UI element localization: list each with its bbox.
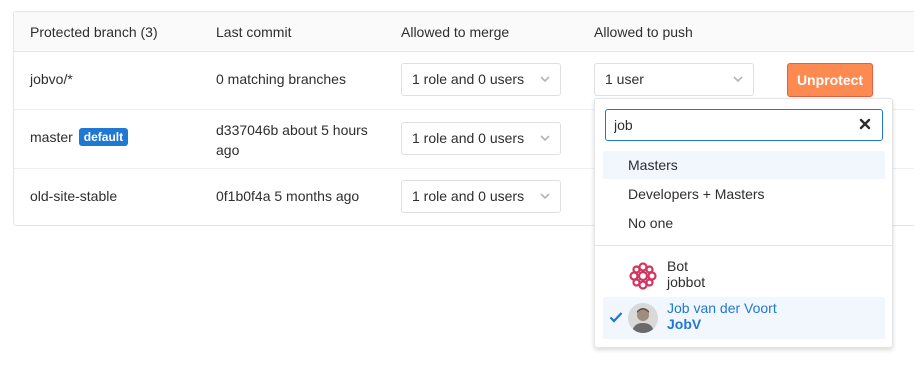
select-value: 1 role and 0 users <box>412 130 525 146</box>
dropdown-divider <box>595 245 892 246</box>
check-icon <box>609 312 623 323</box>
role-option-masters[interactable]: Masters <box>603 151 885 179</box>
user-name: Bot <box>667 258 689 274</box>
branch-name: jobvo/* <box>30 71 73 87</box>
commit-line-2: ago <box>216 142 240 158</box>
last-commit: d337046b about 5 hours ago <box>216 120 368 160</box>
push-access-dropdown: Masters Developers + Masters No one Bot … <box>594 98 893 348</box>
close-icon[interactable] <box>858 117 872 131</box>
header-allowed-to-push: Allowed to push <box>594 24 693 40</box>
user-option-bot[interactable]: Bot jobbot <box>603 255 885 297</box>
commit-line-1[interactable]: d337046b about 5 hours <box>216 122 368 138</box>
allowed-to-push-select[interactable]: 1 user <box>594 63 754 96</box>
header-protected-branch: Protected branch (3) <box>30 24 158 40</box>
user-username: jobbot <box>667 274 706 290</box>
branch-name: master <box>30 129 73 145</box>
select-value: 1 role and 0 users <box>412 188 525 204</box>
user-option-job-van-der-voort[interactable]: Job van der Voort JobV <box>603 297 885 339</box>
role-option-no-one[interactable]: No one <box>603 209 885 237</box>
search-input[interactable] <box>605 109 883 141</box>
chevron-down-icon <box>733 76 743 83</box>
user-name: Job van der Voort <box>667 300 777 316</box>
branch-name: old-site-stable <box>30 188 118 204</box>
chevron-down-icon <box>540 135 550 142</box>
header-last-commit: Last commit <box>216 24 292 40</box>
last-commit[interactable]: 0f1b0f4a 5 months ago <box>216 188 359 204</box>
allowed-to-merge-select[interactable]: 1 role and 0 users <box>401 180 561 213</box>
unprotect-button[interactable]: Unprotect <box>787 63 873 97</box>
avatar <box>628 303 658 333</box>
user-username: JobV <box>667 316 702 332</box>
allowed-to-merge-select[interactable]: 1 role and 0 users <box>401 63 561 96</box>
default-badge: default <box>78 128 129 146</box>
allowed-to-merge-select[interactable]: 1 role and 0 users <box>401 122 561 155</box>
table-header: Protected branch (3) Last commit Allowed… <box>14 12 914 52</box>
select-value: 1 role and 0 users <box>412 71 525 87</box>
chevron-down-icon <box>540 76 550 83</box>
header-allowed-to-merge: Allowed to merge <box>401 24 510 40</box>
chevron-down-icon <box>540 193 550 200</box>
role-option-developers-masters[interactable]: Developers + Masters <box>603 180 885 208</box>
select-value: 1 user <box>605 71 644 87</box>
branch-name-cell: master default <box>30 128 129 147</box>
last-commit: 0 matching branches <box>216 71 346 87</box>
avatar <box>628 261 658 291</box>
